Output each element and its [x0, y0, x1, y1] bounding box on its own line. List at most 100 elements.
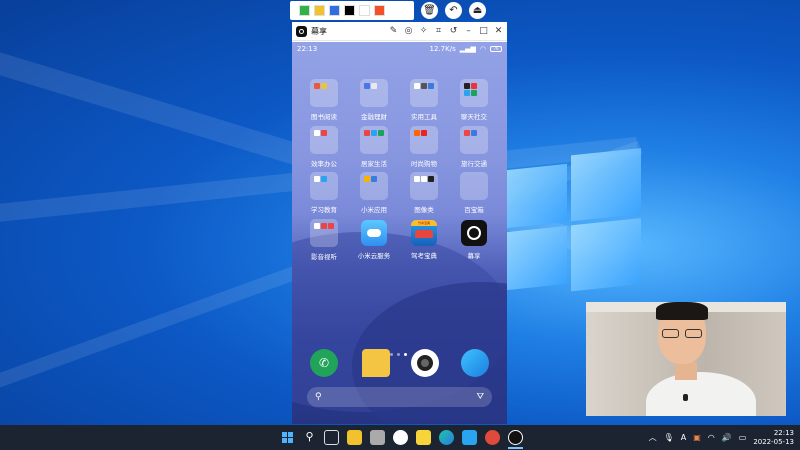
color-swatch-yellow[interactable] [314, 5, 325, 16]
person-hair [656, 302, 708, 320]
phone-screen: 22:13 12.7K/s ▂▄▆ ◠ 76 图书阅读 金融理财 实用工具 聊天… [292, 42, 507, 424]
notes-icon[interactable] [362, 349, 390, 377]
app-driving-test[interactable]: 驾考宝典 驾考宝典 [401, 219, 447, 260]
color-swatch-white[interactable] [359, 5, 370, 16]
folder-home[interactable]: 居家生活 [351, 126, 397, 168]
search-icon: ⚲ [315, 392, 322, 402]
folder-label: 小米应用 [361, 206, 387, 214]
net-speed: 12.7K/s [429, 45, 456, 53]
signal-icon: ▂▄▆ [459, 45, 476, 53]
folder-travel[interactable]: 旅行交通 [451, 126, 497, 168]
glasses-icon [662, 329, 679, 338]
status-time: 22:13 [297, 45, 318, 53]
edge-browser-icon[interactable] [439, 430, 454, 445]
active-indicator [508, 447, 523, 449]
wifi-icon[interactable]: ◠ [708, 433, 715, 442]
close-icon[interactable]: ✕ [494, 26, 503, 36]
title-bar: 幕享 ✎ ◎ ✧ ⌗ ↺ – □ ✕ [292, 22, 507, 41]
folder-images[interactable]: 图像类 [401, 172, 447, 214]
taskbar: ⚲ ︿ 🎙 A ▣ ◠ 🔊 ▭ 22:13 2022-05-13 [0, 425, 800, 450]
webcam-overlay [586, 302, 786, 416]
color-swatch-green[interactable] [299, 5, 310, 16]
battery-icon[interactable]: ▭ [739, 433, 747, 442]
search-icon[interactable]: ⚲ [302, 430, 317, 445]
folder-label: 实用工具 [411, 113, 437, 121]
folder-label: 聊天社交 [461, 113, 487, 121]
camera-app-icon[interactable] [370, 430, 385, 445]
cloud-icon [361, 220, 387, 246]
crop-icon[interactable]: ⌗ [434, 26, 443, 36]
app-muxiang[interactable]: 幕享 [451, 219, 497, 260]
folder-label: 金融理财 [361, 113, 387, 121]
ime-indicator[interactable]: A [681, 433, 686, 442]
folder-label: 图像类 [414, 206, 434, 214]
page-indicator [390, 353, 407, 356]
folder-shopping[interactable]: 时尚购物 [401, 126, 447, 168]
sticky-notes-icon[interactable] [416, 430, 431, 445]
folder-label: 效率办公 [311, 160, 337, 168]
folder-office[interactable]: 效率办公 [301, 126, 347, 168]
window-title: 幕享 [311, 26, 327, 36]
undo-icon[interactable]: ↶ [445, 2, 462, 19]
file-explorer-icon[interactable] [347, 430, 362, 445]
app-icon[interactable] [485, 430, 500, 445]
folder-media[interactable]: 影音视听 [301, 219, 347, 261]
app-icon[interactable] [462, 430, 477, 445]
folder-label: 学习教育 [311, 206, 337, 214]
color-swatch-blue[interactable] [329, 5, 340, 16]
folder-label: 影音视听 [311, 253, 337, 261]
app-label: 幕享 [467, 252, 481, 260]
folder-finance[interactable]: 金融理财 [351, 79, 397, 121]
phone-icon[interactable]: ✆ [310, 349, 338, 377]
muxiang-logo-icon [461, 220, 487, 246]
assistant-icon[interactable]: ⛛ [476, 392, 484, 402]
folder-education[interactable]: 学习教育 [301, 172, 347, 214]
muxiang-taskbar-icon[interactable] [508, 430, 523, 445]
app-label: 小米云服务 [357, 252, 391, 260]
folder-book[interactable]: 图书阅读 [301, 79, 347, 121]
battery-icon: 76 [490, 46, 502, 52]
color-swatch-red[interactable] [374, 5, 385, 16]
folder-social[interactable]: 聊天社交 [451, 79, 497, 121]
browser-icon[interactable] [461, 349, 489, 377]
clock-app-icon[interactable] [393, 430, 408, 445]
microphone-icon[interactable]: 🎙 [664, 433, 674, 442]
app-label: 驾考宝典 [411, 252, 437, 260]
folder-label: 图书阅读 [311, 113, 337, 121]
record-icon[interactable]: ◎ [404, 26, 413, 36]
folder-label: 居家生活 [361, 160, 387, 168]
task-view-icon[interactable] [324, 430, 339, 445]
app-xiaomi-cloud[interactable]: 小米云服务 [351, 219, 397, 260]
folder-xiaomi[interactable]: 小米应用 [351, 172, 397, 214]
tray-app-icon[interactable]: ▣ [693, 433, 701, 442]
folder-label: 百宝箱 [464, 206, 484, 214]
trash-icon[interactable]: 🗑 [421, 2, 438, 19]
car-badge: 驾考宝典 [411, 220, 437, 226]
brush-icon[interactable]: ✎ [389, 26, 398, 36]
chevron-up-icon[interactable]: ︿ [649, 432, 657, 443]
person-shirt [646, 372, 756, 416]
clock[interactable]: 22:13 2022-05-13 [753, 429, 794, 447]
status-bar: 22:13 12.7K/s ▂▄▆ ◠ 76 [292, 42, 507, 56]
color-swatch-black[interactable] [344, 5, 355, 16]
windows-start-icon[interactable] [280, 430, 295, 445]
folder-label: 旅行交通 [461, 160, 487, 168]
folder-label: 时尚购物 [411, 160, 437, 168]
camera-icon[interactable] [411, 349, 439, 377]
folder-toolbox[interactable]: 百宝箱 [451, 172, 497, 214]
search-bar[interactable]: ⚲ ⛛ [307, 387, 492, 407]
windows-logo [505, 148, 645, 303]
rotate-icon[interactable]: ↺ [449, 26, 458, 36]
person-neck [675, 362, 697, 380]
maximize-icon[interactable]: □ [479, 26, 488, 36]
volume-icon[interactable]: 🔊 [722, 433, 732, 442]
folder-tools[interactable]: 实用工具 [401, 79, 447, 121]
exit-icon[interactable]: ⏏ [469, 2, 486, 19]
minimize-icon[interactable]: – [464, 26, 473, 36]
pin-icon[interactable]: ✧ [419, 26, 428, 36]
app-logo-icon [296, 25, 307, 37]
system-tray: ︿ 🎙 A ▣ ◠ 🔊 ▭ 22:13 2022-05-13 [649, 425, 794, 450]
car-icon: 驾考宝典 [411, 220, 437, 246]
wifi-icon: ◠ [479, 45, 486, 53]
mirror-app-window: 幕享 ✎ ◎ ✧ ⌗ ↺ – □ ✕ 22:13 12.7K/s ▂▄▆ ◠ 7… [292, 22, 507, 424]
